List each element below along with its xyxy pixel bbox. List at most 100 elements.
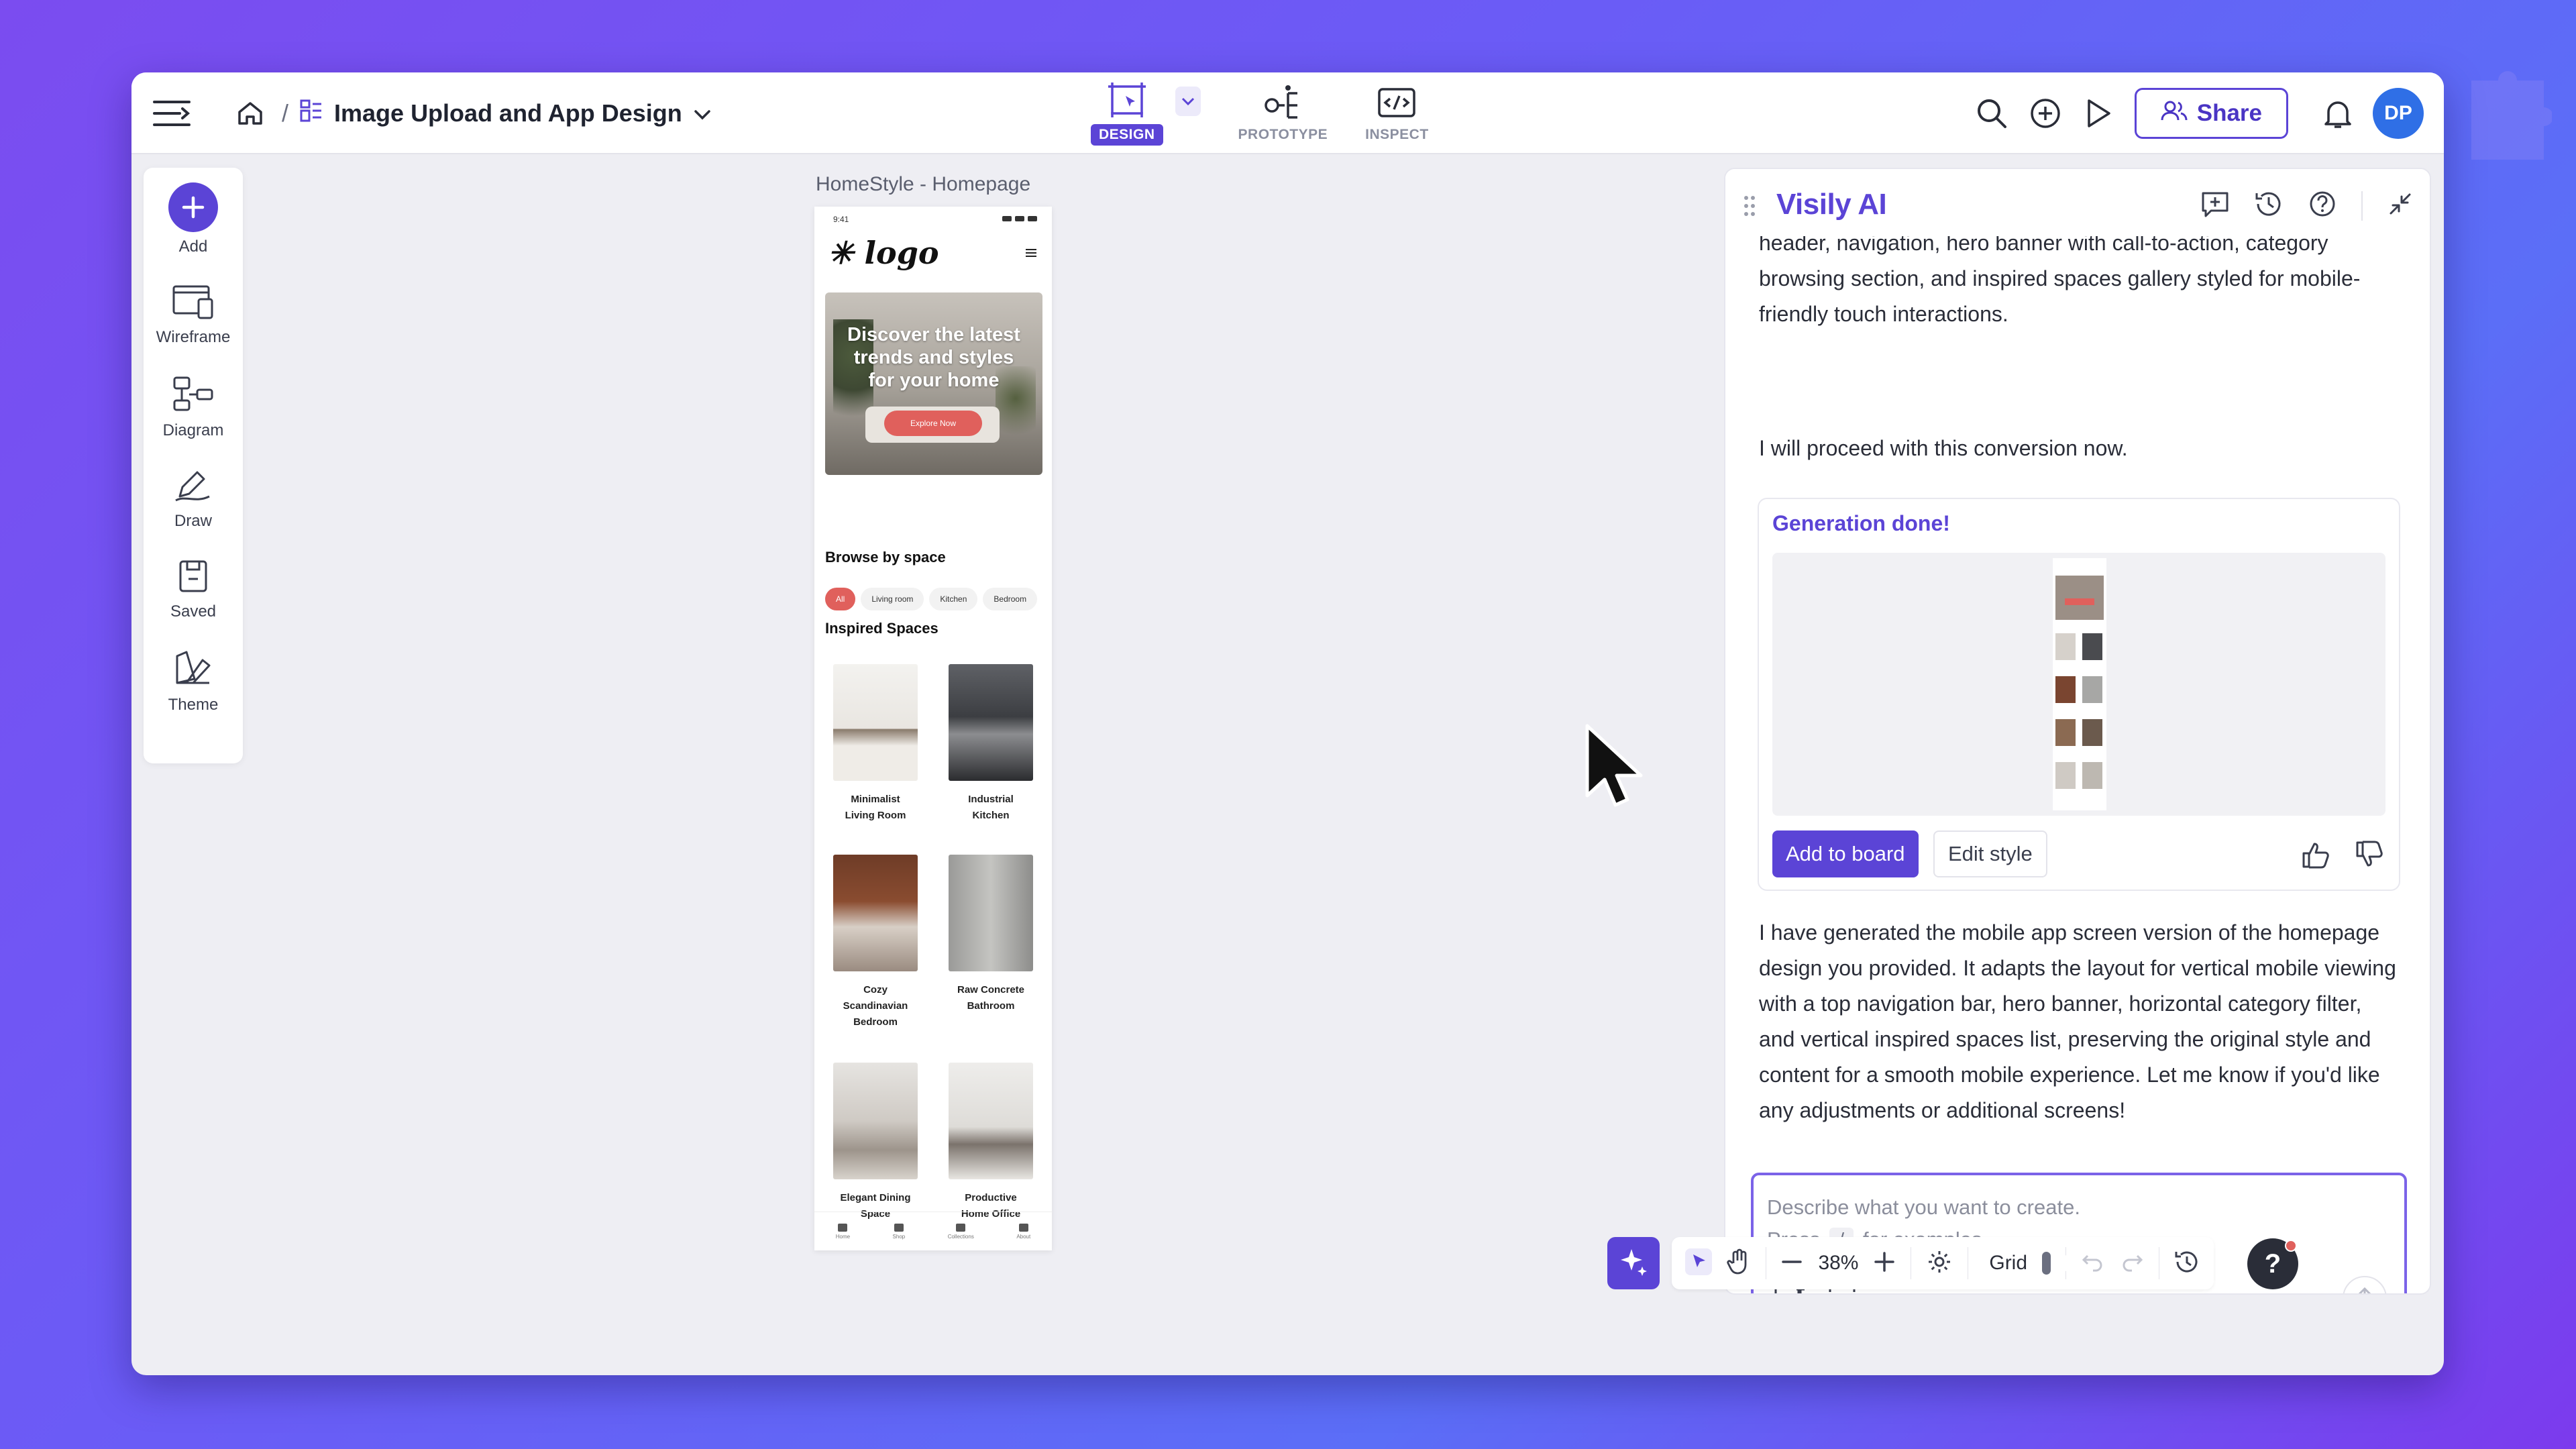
- ai-message: header, navigation, hero banner with cal…: [1759, 231, 2361, 326]
- space-card: Productive Home Office: [941, 1063, 1041, 1222]
- grid-label: Grid: [1989, 1252, 2028, 1274]
- breadcrumb-separator: /: [282, 99, 289, 127]
- search-icon[interactable]: [1975, 97, 2008, 130]
- thumbs-down-icon[interactable]: [2355, 840, 2384, 873]
- generation-title: Generation done!: [1772, 511, 1950, 535]
- puzzle-icon: [2458, 67, 2553, 178]
- play-icon[interactable]: [2082, 97, 2114, 130]
- card-caption: Minimalist Living Room: [845, 794, 906, 821]
- diagram-icon: [172, 375, 215, 416]
- share-button[interactable]: Share: [2134, 88, 2288, 139]
- user-icon: [1018, 1223, 1028, 1232]
- prompt-placeholder: Describe what you want to create.: [1767, 1195, 2080, 1219]
- share-button-label: Share: [2196, 100, 2262, 126]
- drag-handle-icon[interactable]: [1743, 195, 1756, 221]
- card-caption: Raw Concrete Bathroom: [957, 984, 1025, 1012]
- zoom-out-icon[interactable]: [1780, 1250, 1803, 1277]
- tab-design[interactable]: DESIGN: [1091, 81, 1163, 146]
- tab-prototype-label: PROTOTYPE: [1238, 127, 1328, 142]
- browse-title: Browse by space: [825, 549, 946, 566]
- feedback-buttons: [2301, 840, 2384, 873]
- draw-icon: [173, 468, 213, 506]
- select-tool-icon[interactable]: [1685, 1248, 1712, 1279]
- design-dropdown-chevron-icon[interactable]: [1175, 87, 1201, 116]
- frame-label[interactable]: HomeStyle - Homepage: [816, 173, 1030, 196]
- card-image: [833, 664, 918, 781]
- chip: All: [825, 588, 856, 610]
- redo-icon[interactable]: [2120, 1252, 2144, 1275]
- tool-saved[interactable]: Saved: [170, 559, 216, 621]
- top-bar-right: Share DP: [1975, 72, 2424, 154]
- chip: Kitchen: [929, 588, 978, 610]
- menu-icon[interactable]: [152, 97, 192, 130]
- plus-icon: [168, 182, 218, 232]
- phone-bottom-nav: Home Shop Collections About: [814, 1212, 1052, 1250]
- space-card: Industrial Kitchen: [941, 664, 1041, 824]
- tab-inspect[interactable]: INSPECT: [1365, 84, 1429, 143]
- mouse-cursor-icon: [1583, 723, 1644, 814]
- tool-diagram[interactable]: Diagram: [162, 375, 224, 440]
- file-icon: [299, 99, 323, 129]
- help-circle-icon[interactable]: [2308, 189, 2337, 222]
- card-caption: Cozy Scandinavian Bedroom: [843, 984, 908, 1028]
- grid-icon: [956, 1223, 966, 1232]
- phone-nav-item: Collections: [948, 1223, 974, 1240]
- add-to-board-button[interactable]: Add to board: [1772, 830, 1919, 877]
- tab-prototype[interactable]: PROTOTYPE: [1238, 84, 1328, 143]
- tool-wireframe[interactable]: Wireframe: [156, 284, 231, 347]
- ai-panel-header: Visily AI: [1725, 169, 2430, 236]
- zoom-toolbar: 38% Grid: [1672, 1237, 2214, 1289]
- phone-nav-item: Shop: [893, 1223, 905, 1240]
- mini-screen-thumbnail: [2053, 558, 2106, 810]
- chip: Living room: [861, 588, 924, 610]
- hero-button: Explore Now: [884, 411, 982, 436]
- card-image: [833, 1063, 918, 1179]
- card-image: [949, 855, 1033, 971]
- history-icon[interactable]: [2254, 189, 2284, 222]
- tool-add[interactable]: Add: [168, 182, 218, 256]
- space-card: Cozy Scandinavian Bedroom: [825, 855, 926, 1030]
- cart-icon: [894, 1223, 904, 1232]
- ai-sparkle-button[interactable]: [1607, 1237, 1660, 1289]
- arrow-up-icon: [2355, 1286, 2375, 1293]
- bell-icon[interactable]: [2323, 97, 2353, 129]
- ai-message: I will proceed with this conversion now.: [1759, 436, 2128, 460]
- phone-frame[interactable]: 9:41 ✳ logo Discover the latest trends a…: [814, 207, 1052, 1250]
- collapse-icon[interactable]: [2387, 191, 2414, 221]
- zoom-in-icon[interactable]: [1873, 1250, 1896, 1277]
- thumbs-up-icon[interactable]: [2301, 840, 2330, 873]
- home-icon[interactable]: [236, 99, 264, 127]
- more-icon[interactable]: [1880, 1293, 1907, 1294]
- settings-icon[interactable]: [1926, 1248, 1953, 1279]
- page-title[interactable]: Image Upload and App Design: [334, 99, 682, 127]
- phone-nav-item: Home: [836, 1223, 850, 1240]
- send-button[interactable]: [2343, 1276, 2387, 1293]
- tool-label: Add: [178, 237, 208, 256]
- tab-inspect-label: INSPECT: [1365, 127, 1429, 142]
- add-circle-icon[interactable]: [2029, 97, 2062, 130]
- tab-design-label: DESIGN: [1091, 124, 1163, 146]
- version-history-icon[interactable]: [2174, 1248, 2200, 1279]
- ai-panel-title: Visily AI: [1776, 188, 1887, 221]
- edit-style-button[interactable]: Edit style: [1933, 830, 2047, 877]
- hamburger-icon: [1025, 248, 1037, 261]
- tool-label: Wireframe: [156, 328, 231, 346]
- inspired-title: Inspired Spaces: [825, 620, 938, 637]
- ai-panel: header, navigation, hero banner with cal…: [1724, 168, 2431, 1295]
- avatar[interactable]: DP: [2373, 88, 2424, 139]
- tool-draw[interactable]: Draw: [173, 468, 213, 531]
- ai-panel-actions: [2200, 189, 2414, 222]
- hero-text: Discover the latest trends and styles fo…: [847, 324, 1020, 391]
- phone-logo: ✳ logo: [828, 235, 939, 271]
- help-button[interactable]: ?: [2247, 1238, 2298, 1289]
- hand-tool-icon[interactable]: [1727, 1248, 1751, 1279]
- tool-label: Diagram: [162, 421, 224, 439]
- chevron-down-icon[interactable]: [693, 99, 712, 127]
- undo-icon[interactable]: [2081, 1252, 2105, 1275]
- generation-preview[interactable]: [1772, 553, 2385, 816]
- grid-toggle[interactable]: [2042, 1252, 2079, 1275]
- tool-theme[interactable]: Theme: [168, 649, 218, 714]
- zoom-level[interactable]: 38%: [1818, 1252, 1858, 1275]
- new-chat-icon[interactable]: [2200, 189, 2230, 222]
- space-card: Elegant Dining Space: [825, 1063, 926, 1222]
